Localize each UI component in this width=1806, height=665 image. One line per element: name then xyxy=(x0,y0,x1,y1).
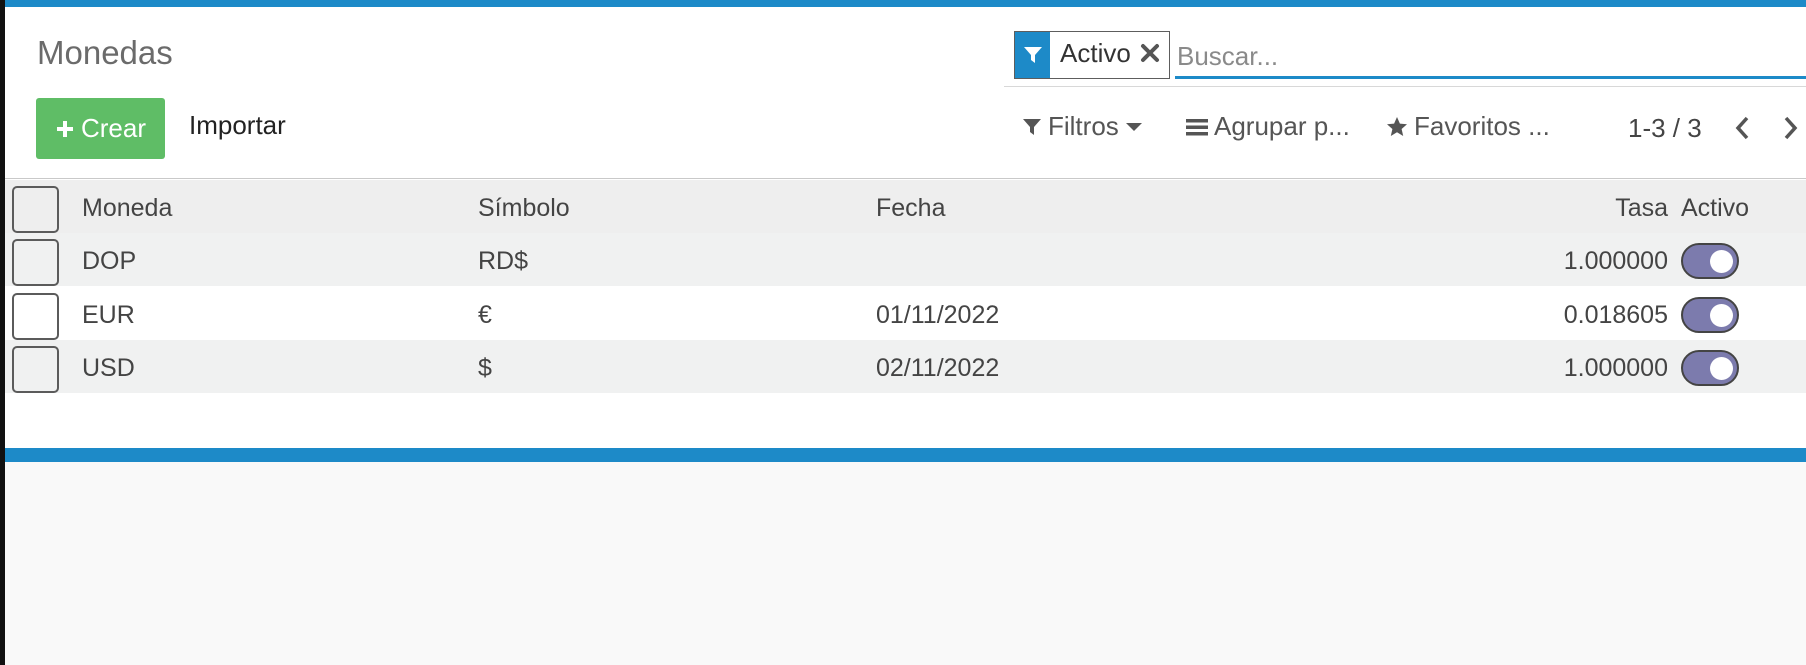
active-toggle[interactable] xyxy=(1681,350,1739,386)
table-row[interactable]: USD $ 02/11/2022 1.000000 xyxy=(5,340,1806,393)
facet-label: Activo xyxy=(1060,38,1131,68)
row-checkbox[interactable] xyxy=(12,293,59,340)
create-button-label: Crear xyxy=(80,113,146,143)
active-toggle[interactable] xyxy=(1681,297,1739,333)
loading-stripe xyxy=(5,448,1806,462)
column-header-tasa[interactable]: Tasa xyxy=(1615,194,1668,223)
cell-simbolo: RD$ xyxy=(478,247,529,275)
chevron-left-icon[interactable] xyxy=(1728,113,1756,143)
filters-label: Filtros xyxy=(1048,111,1119,141)
top-accent-bar xyxy=(0,0,1806,7)
cell-moneda: EUR xyxy=(82,301,135,329)
left-window-edge xyxy=(0,0,5,665)
cell-tasa: 1.000000 xyxy=(1563,247,1668,275)
toggle-knob xyxy=(1710,250,1733,273)
filters-dropdown[interactable]: Filtros xyxy=(1022,111,1143,142)
cell-moneda: USD xyxy=(82,354,135,382)
group-by-dropdown[interactable]: Agrupar p... xyxy=(1186,111,1350,142)
pager-value[interactable]: 1-3 / 3 xyxy=(1628,113,1702,144)
group-label: Agrupar p... xyxy=(1214,111,1350,141)
list-icon xyxy=(1186,118,1208,135)
close-icon[interactable] xyxy=(1139,42,1161,64)
favorites-dropdown[interactable]: Favoritos ... xyxy=(1386,111,1550,142)
toggle-knob xyxy=(1710,357,1733,380)
table-row[interactable]: EUR € 01/11/2022 0.018605 xyxy=(5,287,1806,340)
select-all-checkbox[interactable] xyxy=(12,186,59,233)
import-button[interactable]: Importar xyxy=(189,110,286,141)
caret-down-icon xyxy=(1125,122,1142,131)
search-divider xyxy=(1004,86,1806,87)
create-button[interactable]: Crear xyxy=(36,98,165,159)
cell-fecha: 02/11/2022 xyxy=(876,354,1000,382)
table-header-row: Moneda Símbolo Fecha Tasa Activo xyxy=(5,180,1806,233)
search-facet-activo[interactable]: Activo xyxy=(1014,31,1170,79)
row-checkbox[interactable] xyxy=(12,346,59,393)
toggle-knob xyxy=(1710,304,1733,327)
cell-tasa: 0.018605 xyxy=(1563,301,1668,329)
cell-tasa: 1.000000 xyxy=(1563,354,1668,382)
cell-moneda: DOP xyxy=(82,247,137,275)
row-checkbox[interactable] xyxy=(12,239,59,286)
cell-simbolo: € xyxy=(478,301,492,329)
filter-icon xyxy=(1015,32,1050,78)
filter-icon xyxy=(1023,118,1041,135)
star-icon xyxy=(1387,116,1407,136)
search-input[interactable] xyxy=(1175,36,1806,79)
column-header-activo[interactable]: Activo xyxy=(1681,194,1749,223)
cell-simbolo: $ xyxy=(478,354,492,382)
active-toggle[interactable] xyxy=(1681,243,1739,279)
table-top-border xyxy=(5,178,1806,179)
table-row[interactable]: DOP RD$ 1.000000 xyxy=(5,233,1806,286)
cell-fecha: 01/11/2022 xyxy=(876,301,1000,329)
page-title: Monedas xyxy=(37,34,173,71)
plus-icon xyxy=(56,120,73,137)
chevron-right-icon[interactable] xyxy=(1777,113,1805,143)
column-header-simbolo[interactable]: Símbolo xyxy=(478,194,570,223)
favorites-label: Favoritos ... xyxy=(1414,111,1550,141)
column-header-fecha[interactable]: Fecha xyxy=(876,194,945,223)
column-header-moneda[interactable]: Moneda xyxy=(82,194,172,223)
